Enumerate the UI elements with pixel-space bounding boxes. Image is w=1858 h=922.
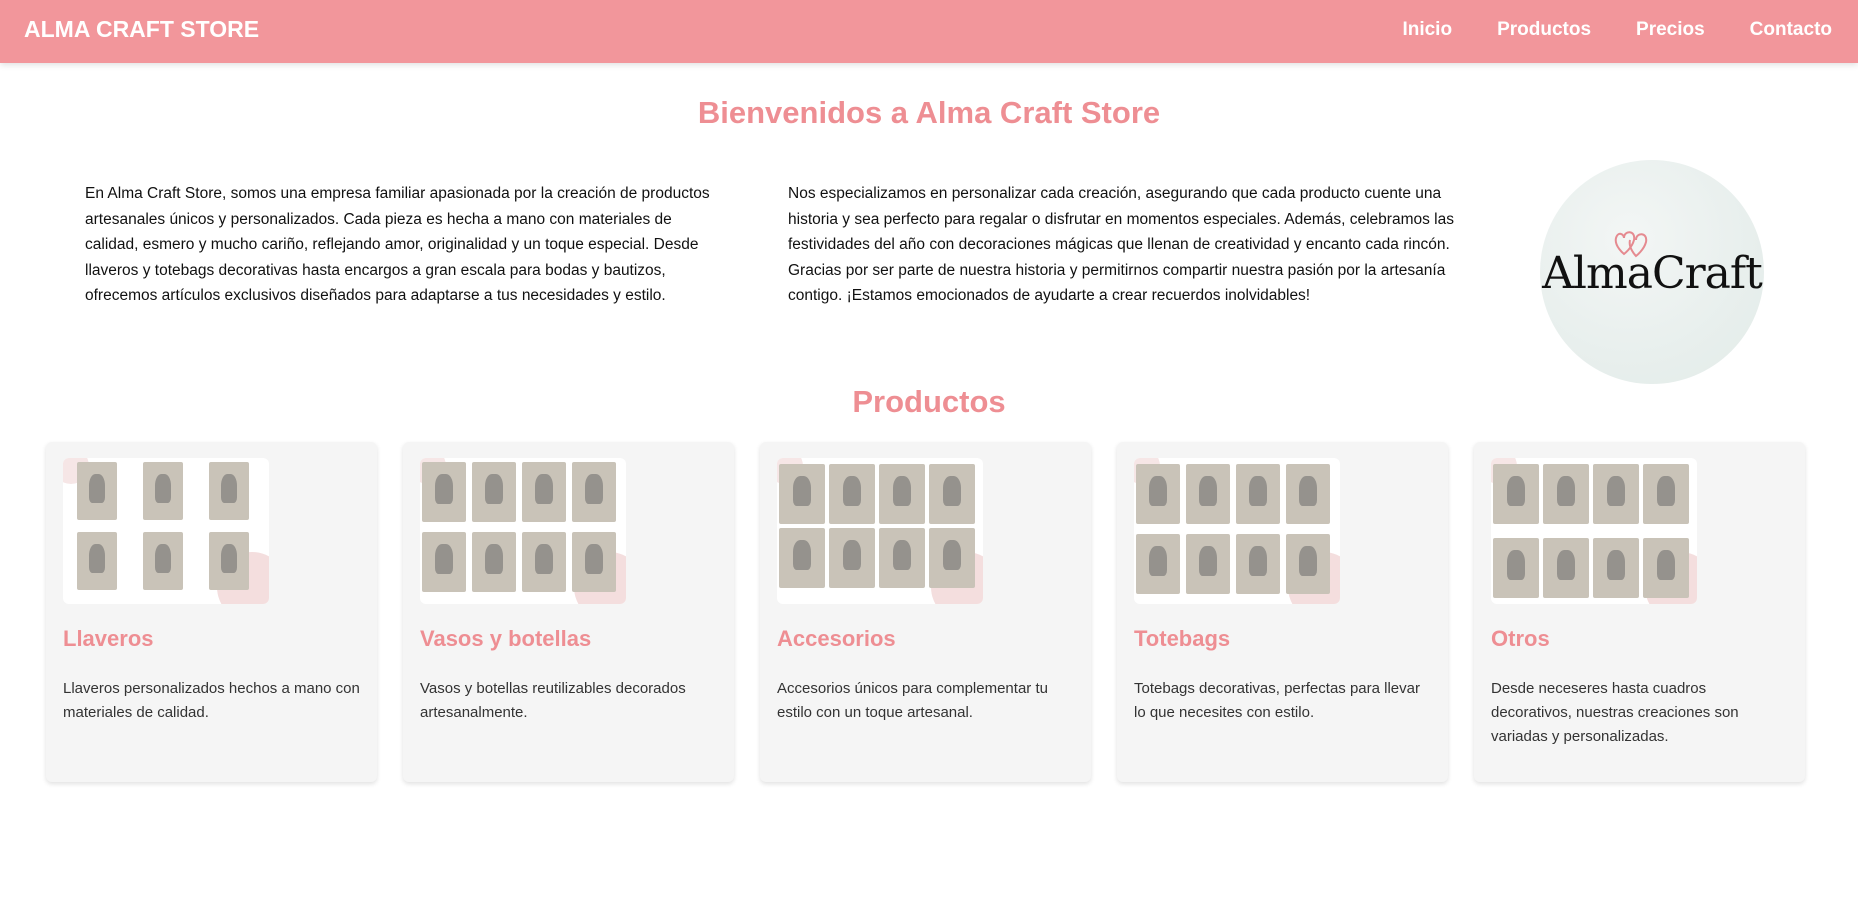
product-card-vasos[interactable]: Vasos y botellas Vasos y botellas reutil… xyxy=(403,442,734,782)
about-paragraph-2: Nos especializamos en personalizar cada … xyxy=(788,185,1454,304)
product-image-totebags xyxy=(1134,458,1340,604)
product-description: Llaveros personalizados hechos a mano co… xyxy=(63,680,360,721)
product-card-otros[interactable]: Otros Desde neceseres hasta cuadros deco… xyxy=(1474,442,1805,782)
product-image-vasos xyxy=(420,458,626,604)
almacraft-logo: AlmaCraft xyxy=(1540,160,1764,384)
about-paragraph-1: En Alma Craft Store, somos una empresa f… xyxy=(85,185,710,304)
product-image-accesorios xyxy=(777,458,983,604)
products-title: Productos xyxy=(852,384,1006,419)
heart-icon xyxy=(1614,231,1648,258)
product-description: Desde neceseres hasta cuadros decorativo… xyxy=(1491,680,1739,745)
product-name: Vasos y botellas xyxy=(420,626,592,651)
product-name: Accesorios xyxy=(777,626,896,651)
nav-link-productos[interactable]: Productos xyxy=(1497,19,1591,41)
product-name: Otros xyxy=(1491,626,1550,651)
welcome-title: Bienvenidos a Alma Craft Store xyxy=(697,95,1161,130)
navbar: ALMA CRAFT STORE Inicio Productos Precio… xyxy=(0,0,1858,63)
about-section: En Alma Craft Store, somos una empresa f… xyxy=(0,160,1858,384)
product-image-otros xyxy=(1491,458,1697,604)
product-name: Totebags xyxy=(1134,626,1231,651)
product-cards: Llaveros Llaveros personalizados hechos … xyxy=(0,442,1858,782)
brand-logo-text[interactable]: ALMA CRAFT STORE xyxy=(24,16,259,43)
nav-link-inicio[interactable]: Inicio xyxy=(1402,19,1452,41)
product-name: Llaveros xyxy=(63,626,154,651)
product-card-totebags[interactable]: Totebags Totebags decorativas, perfectas… xyxy=(1117,442,1448,782)
product-card-llaveros[interactable]: Llaveros Llaveros personalizados hechos … xyxy=(46,442,377,782)
product-description: Totebags decorativas, perfectas para lle… xyxy=(1134,680,1420,721)
nav-link-precios[interactable]: Precios xyxy=(1636,19,1705,41)
product-image-llaveros xyxy=(63,458,269,604)
nav-link-contacto[interactable]: Contacto xyxy=(1750,19,1832,41)
product-card-accesorios[interactable]: Accesorios Accesorios únicos para comple… xyxy=(760,442,1091,782)
product-description: Accesorios únicos para complementar tu e… xyxy=(777,680,1048,721)
product-description: Vasos y botellas reutilizables decorados… xyxy=(420,680,686,721)
main-nav: Inicio Productos Precios Contacto xyxy=(1357,19,1832,41)
